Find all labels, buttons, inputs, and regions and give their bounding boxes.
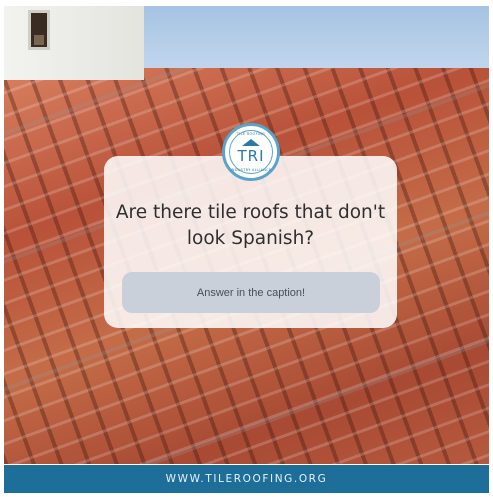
building-window xyxy=(28,10,50,50)
white-building xyxy=(4,6,144,80)
answer-prompt: Answer in the caption! xyxy=(122,272,380,313)
question-text: Are there tile roofs that don't look Spa… xyxy=(115,202,386,249)
website-footer: WWW.TILEROOFING.ORG xyxy=(4,465,489,493)
logo-ring-top-text: TILE ROOFING xyxy=(236,132,266,136)
tri-logo: TILE ROOFING TRI INDUSTRY ALLIANCE xyxy=(222,123,280,181)
logo-ring-bottom-text: INDUSTRY ALLIANCE xyxy=(230,168,272,172)
website-url[interactable]: WWW.TILEROOFING.ORG xyxy=(166,473,328,485)
roof-icon xyxy=(242,139,260,146)
post-frame: TILE ROOFING TRI INDUSTRY ALLIANCE Are t… xyxy=(4,6,489,493)
question-card: Are there tile roofs that don't look Spa… xyxy=(104,156,397,328)
